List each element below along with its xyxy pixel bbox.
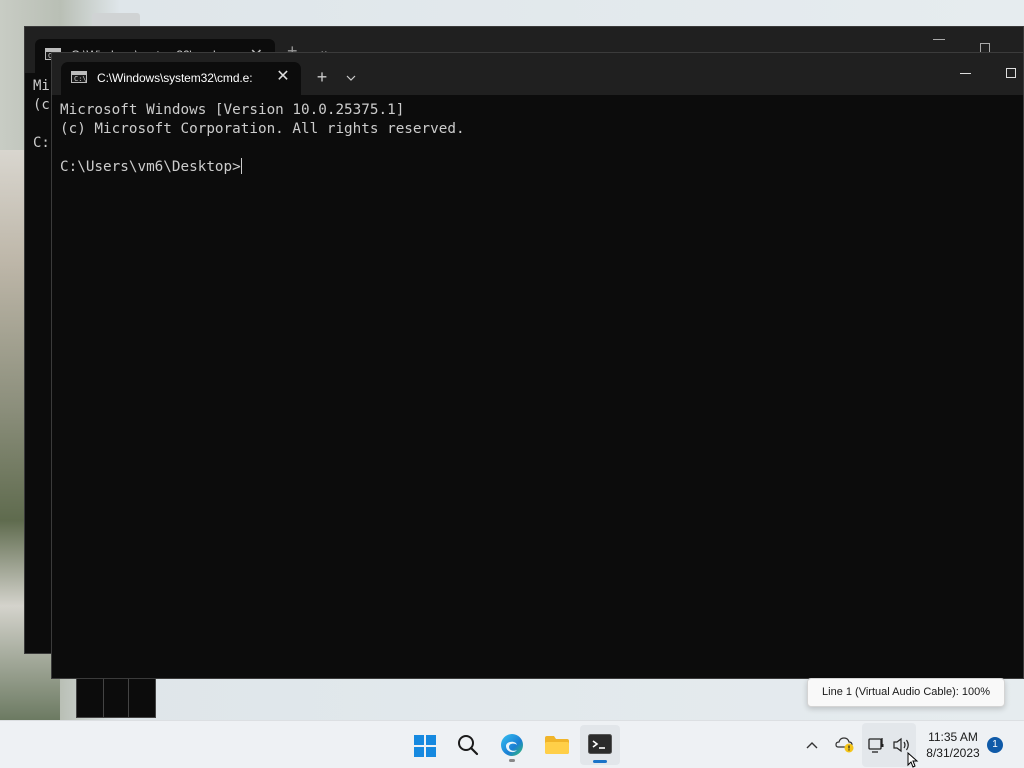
window-fragment xyxy=(76,678,104,718)
running-indicator xyxy=(509,759,515,762)
notification-badge[interactable]: 1 xyxy=(987,737,1003,753)
background-line: C: xyxy=(33,135,50,151)
show-hidden-icons-button[interactable] xyxy=(805,737,819,755)
file-explorer-button[interactable] xyxy=(536,725,576,765)
active-app-indicator xyxy=(593,760,607,763)
edge-icon xyxy=(501,734,523,756)
terminal-line: (c) Microsoft Corporation. All rights re… xyxy=(60,121,465,137)
onedrive-warning-button[interactable] xyxy=(835,735,855,758)
chevron-down-icon[interactable] xyxy=(340,65,362,89)
terminal-icon xyxy=(588,734,612,754)
windows-logo-icon xyxy=(414,735,436,757)
mouse-cursor-icon xyxy=(907,752,919,768)
chevron-up-icon xyxy=(806,742,818,749)
terminal-window[interactable]: C:\ C:\Windows\system32\cmd.e: ✕ + Micro… xyxy=(51,52,1024,679)
background-minimize-icon[interactable] xyxy=(933,39,945,40)
maximize-button[interactable] xyxy=(994,63,1024,85)
background-terminal-output: Mi (c C: xyxy=(33,77,50,153)
close-icon[interactable]: ✕ xyxy=(272,66,294,88)
tab-title: C:\Windows\system32\cmd.e: xyxy=(97,71,253,85)
clock[interactable]: 11:35 AM 8/31/2023 xyxy=(918,729,988,761)
terminal-prompt: C:\Users\vm6\Desktop> xyxy=(60,159,241,175)
cloud-warning-icon xyxy=(835,737,854,753)
cmd-icon: C:\ xyxy=(71,71,87,83)
background-line: Mi xyxy=(33,78,50,94)
network-icon xyxy=(868,738,884,753)
search-button[interactable] xyxy=(448,725,488,765)
minimize-icon xyxy=(960,73,971,74)
window-fragment xyxy=(128,678,156,718)
folder-icon xyxy=(545,736,569,754)
clock-time: 11:35 AM xyxy=(928,730,978,744)
text-cursor xyxy=(240,158,242,174)
background-line: (c xyxy=(33,97,50,113)
new-tab-button[interactable]: + xyxy=(310,65,334,89)
clock-date: 8/31/2023 xyxy=(926,746,980,760)
volume-tooltip: Line 1 (Virtual Audio Cable): 100% xyxy=(807,678,1005,707)
start-button[interactable] xyxy=(404,725,444,765)
window-fragment xyxy=(103,678,129,718)
terminal-taskbar-button[interactable] xyxy=(580,725,620,765)
minimize-button[interactable] xyxy=(948,63,984,85)
terminal-line: Microsoft Windows [Version 10.0.25375.1] xyxy=(60,102,405,118)
search-icon xyxy=(458,735,479,756)
volume-icon xyxy=(893,737,909,753)
taskbar: 11:35 AM 8/31/2023 1 xyxy=(0,720,1024,768)
terminal-output[interactable]: Microsoft Windows [Version 10.0.25375.1]… xyxy=(60,101,465,177)
terminal-titlebar[interactable]: C:\ C:\Windows\system32\cmd.e: ✕ + xyxy=(52,53,1023,95)
tab-cmd[interactable]: C:\ C:\Windows\system32\cmd.e: ✕ xyxy=(61,62,301,95)
edge-button[interactable] xyxy=(492,725,532,765)
maximize-icon xyxy=(1006,68,1016,78)
